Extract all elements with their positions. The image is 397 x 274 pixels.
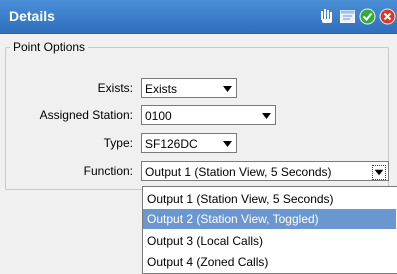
exists-label: Exists: [97, 81, 133, 95]
chevron-down-icon [223, 86, 232, 92]
window-title: Details [9, 8, 55, 24]
function-select[interactable]: Output 1 (Station View, 5 Seconds) [141, 161, 389, 181]
assigned-station-select[interactable]: 0100 [141, 105, 276, 125]
function-option-1[interactable]: Output 1 (Station View, 5 Seconds) [143, 189, 396, 209]
point-options-legend: Point Options [13, 40, 86, 54]
exists-value: Exists [145, 82, 178, 96]
function-option-3[interactable]: Output 3 (Local Calls) [143, 231, 396, 251]
assigned-station-value: 0100 [145, 109, 172, 123]
chevron-down-icon [262, 113, 271, 119]
assigned-station-label: Assigned Station: [39, 108, 133, 122]
exists-select[interactable]: Exists [141, 78, 237, 98]
move-icon[interactable] [318, 8, 335, 25]
type-select[interactable]: SF126DC [141, 133, 237, 153]
type-value: SF126DC [145, 137, 198, 151]
function-value: Output 1 (Station View, 5 Seconds) [145, 165, 332, 179]
chevron-down-icon [372, 165, 386, 180]
chevron-down-icon [223, 141, 232, 147]
function-option-4[interactable]: Output 4 (Zoned Calls) [143, 252, 396, 272]
function-option-2[interactable]: Output 2 (Station View, Toggled) [143, 209, 396, 229]
close-icon[interactable] [379, 8, 396, 25]
function-dropdown-list: Output 1 (Station View, 5 Seconds) Outpu… [142, 186, 397, 274]
confirm-icon[interactable] [359, 8, 376, 25]
window-icon[interactable] [339, 8, 356, 25]
function-label: Function: [83, 164, 133, 178]
title-bar: Details [0, 0, 397, 34]
type-label: Type: [103, 136, 133, 150]
